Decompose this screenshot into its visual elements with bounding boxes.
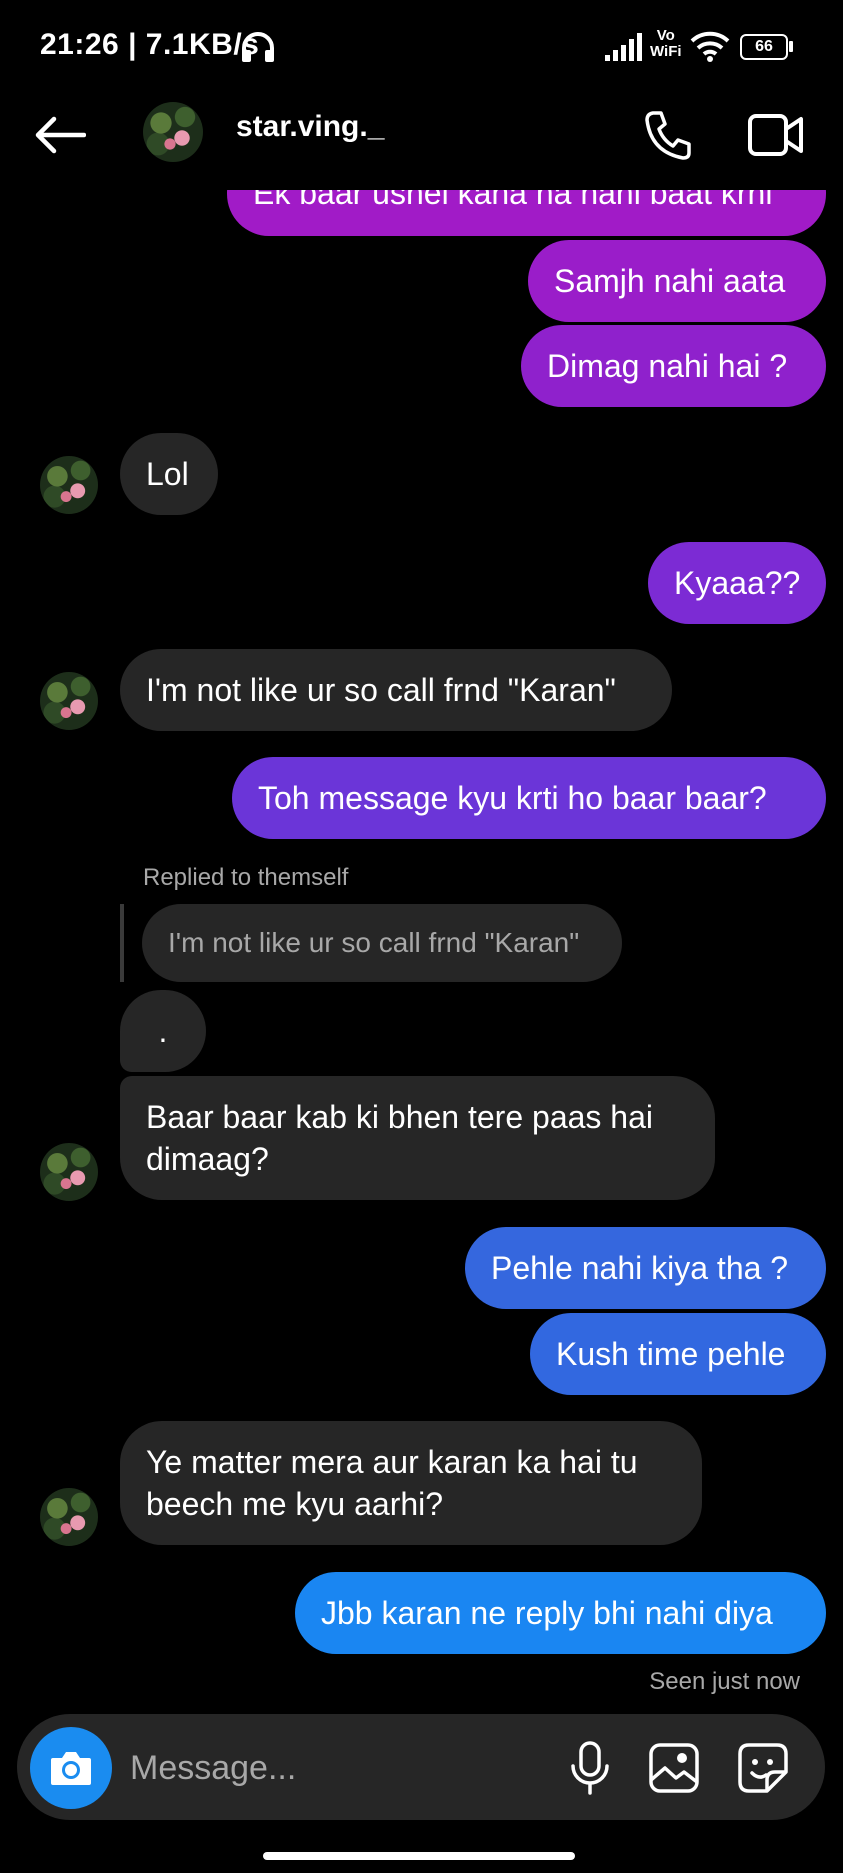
battery-level: 66 [755, 38, 773, 55]
contact-avatar[interactable] [143, 102, 203, 162]
battery-tip [789, 41, 793, 52]
sticker-icon[interactable] [737, 1742, 789, 1794]
sender-avatar[interactable] [40, 672, 98, 730]
headphones-icon [242, 32, 274, 62]
message-bubble-out[interactable]: Toh message kyu krti ho baar baar? [232, 757, 826, 839]
message-bubble-in[interactable]: . [120, 990, 206, 1072]
vowifi-top: Vo [656, 27, 675, 44]
status-time: 21:26 | 7.1KB/s [40, 28, 260, 61]
signal-icon [605, 33, 642, 61]
message-bubble-out[interactable]: Kush time pehle [530, 1313, 826, 1395]
chat-header [0, 90, 843, 190]
battery-icon: 66 [740, 34, 788, 60]
sender-avatar[interactable] [40, 456, 98, 514]
back-arrow-icon[interactable] [34, 116, 86, 154]
message-bubble-out[interactable]: Samjh nahi aata [528, 240, 826, 322]
message-bubble-in[interactable]: Lol [120, 433, 218, 515]
message-bubble-in[interactable]: Baar baar kab ki bhen tere paas hai dima… [120, 1076, 715, 1200]
wifi-icon [690, 31, 730, 62]
message-bubble-out[interactable]: Dimag nahi hai ? [521, 325, 826, 407]
phone-icon[interactable] [643, 110, 691, 160]
sender-avatar[interactable] [40, 1488, 98, 1546]
sender-avatar[interactable] [40, 1143, 98, 1201]
vowifi-label: Vo WiFi [650, 28, 682, 60]
status-bar: 21:26 | 7.1KB/s Vo WiFi 66 [0, 0, 843, 90]
video-call-icon[interactable] [748, 112, 804, 158]
message-bubble-out[interactable]: Pehle nahi kiya tha ? [465, 1227, 826, 1309]
camera-button[interactable] [30, 1727, 112, 1809]
camera-icon [51, 1752, 91, 1785]
seen-status: Seen just now [649, 1668, 800, 1695]
message-bubble-in[interactable]: I'm not like ur so call frnd "Karan" [120, 649, 672, 731]
gallery-icon[interactable] [648, 1742, 700, 1794]
contact-name[interactable]: star.ving._ [236, 110, 384, 144]
reply-quote[interactable]: I'm not like ur so call frnd "Karan" [142, 904, 622, 982]
home-indicator[interactable] [263, 1852, 575, 1860]
message-bubble-in[interactable]: Ye matter mera aur karan ka hai tu beech… [120, 1421, 702, 1545]
message-bubble-out[interactable]: Jbb karan ne reply bhi nahi diya [295, 1572, 826, 1654]
reply-label: Replied to themself [143, 864, 349, 891]
reply-bar [120, 904, 124, 982]
message-input[interactable] [128, 1745, 552, 1791]
vowifi-bottom: WiFi [650, 43, 682, 60]
message-bubble-out[interactable]: Kyaaa?? [648, 542, 826, 624]
microphone-icon[interactable] [568, 1740, 612, 1796]
